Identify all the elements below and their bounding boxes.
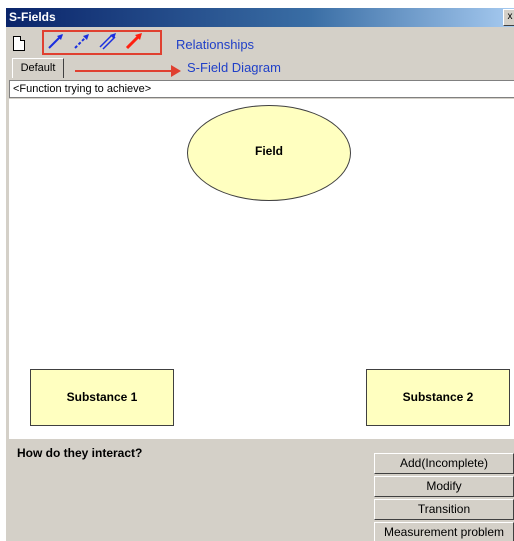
- field-label: Field: [254, 144, 283, 158]
- modify-button[interactable]: Modify: [374, 476, 514, 497]
- annotation-arrow-line: [75, 70, 175, 72]
- relationships-annotation: Relationships: [176, 37, 255, 52]
- field-node[interactable]: Field: [187, 105, 351, 201]
- harmful-relationship-arrow-icon[interactable]: [124, 32, 144, 51]
- normal-relationship-arrow-icon[interactable]: [46, 32, 66, 51]
- annotation-arrow-head: [171, 65, 181, 77]
- excessive-relationship-arrow-icon[interactable]: [98, 32, 118, 51]
- insufficient-relationship-arrow-icon[interactable]: [72, 32, 92, 51]
- substance-1-node[interactable]: Substance 1: [30, 369, 174, 426]
- add-incomplete-button[interactable]: Add(Incomplete): [374, 453, 514, 474]
- measurement-problem-button[interactable]: Measurement problem: [374, 522, 514, 541]
- function-input[interactable]: <Function trying to achieve>: [9, 80, 514, 98]
- new-document-icon[interactable]: [13, 36, 25, 51]
- toolbar: Relationships: [6, 27, 514, 56]
- transition-button[interactable]: Transition: [374, 499, 514, 520]
- interaction-question: How do they interact?: [17, 446, 143, 460]
- diagram-canvas[interactable]: Field Substance 1 Substance 2: [9, 99, 514, 439]
- tab-bar: Default S-Field Diagram: [6, 56, 514, 78]
- substance-2-node[interactable]: Substance 2: [366, 369, 510, 426]
- interaction-panel: How do they interact? Add(Incomplete) Mo…: [6, 439, 514, 541]
- s-fields-window: S-Fields x Relationships Default S-Field…: [6, 8, 514, 541]
- tab-default[interactable]: Default: [12, 58, 64, 78]
- title-bar: S-Fields x: [6, 8, 514, 27]
- window-title: S-Fields: [9, 10, 56, 24]
- close-icon[interactable]: x: [503, 9, 514, 26]
- s-field-diagram-annotation: S-Field Diagram: [187, 60, 281, 75]
